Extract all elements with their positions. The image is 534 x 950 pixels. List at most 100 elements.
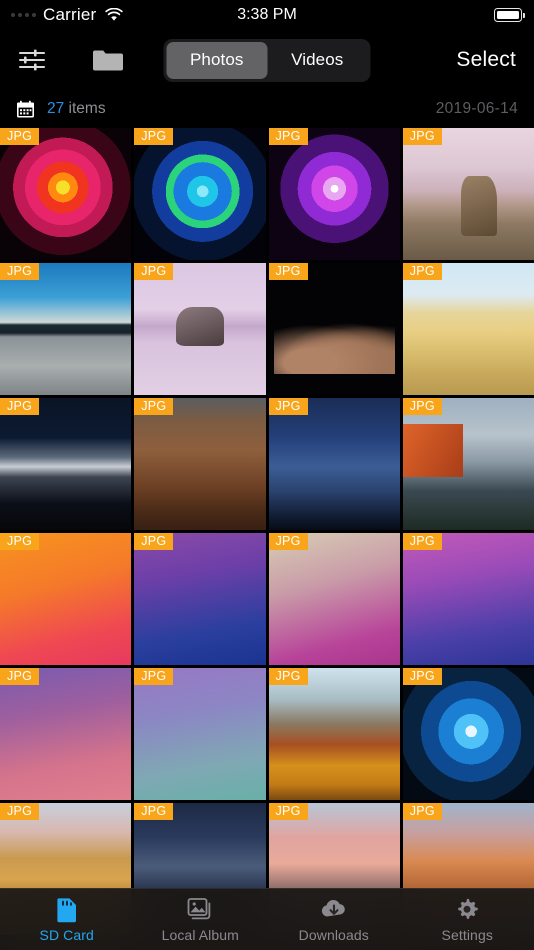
file-type-badge: JPG [402,533,442,550]
photo-thumbnail-image [134,128,266,260]
photo-thumbnail[interactable]: JPG [402,668,534,800]
wifi-icon [105,7,124,22]
item-count-number: 27 [47,100,65,117]
photo-thumbnail-image [0,128,132,260]
photo-gallery-screen: Carrier 3:38 PM Photos Videos Select 27 … [0,0,534,950]
file-type-badge: JPG [134,398,174,415]
segment-videos[interactable]: Videos [267,42,368,79]
tab-downloads[interactable]: Downloads [267,889,401,950]
battery-full-icon [494,8,525,22]
segment-photos[interactable]: Photos [166,41,267,79]
file-type-badge: JPG [134,803,174,820]
select-button[interactable]: Select [456,48,516,72]
nav-left-icons [18,47,124,73]
photo-thumbnail-image [402,398,534,530]
gear-icon [454,897,480,923]
tab-bar: SD Card Local Album Downloads Settings [0,888,534,950]
photo-grid: JPG JPG JPG JPG JPG JPG JPG JPG JPG JPG JPG JPG JPG J… [0,128,534,935]
file-type-badge: JPG [268,803,308,820]
photo-thumbnail-image [0,533,132,665]
file-type-badge: JPG [268,398,308,415]
status-bar-left: Carrier [0,5,124,25]
item-count-suffix: items [64,100,106,117]
photo-thumbnail-image [0,398,132,530]
file-type-badge: JPG [0,533,40,550]
photo-thumbnail[interactable]: JPG [402,263,534,395]
file-type-badge: JPG [402,803,442,820]
photo-thumbnail[interactable]: JPG [268,128,400,260]
photo-thumbnail[interactable]: JPG [134,128,266,260]
file-type-badge: JPG [0,263,40,280]
photo-thumbnail-image [268,263,400,395]
item-count: 27 items [47,100,106,118]
calendar-icon [16,100,35,119]
photo-thumbnail-image [268,533,400,665]
photo-thumbnail[interactable]: JPG [268,533,400,665]
signal-strength-icon [11,13,36,17]
navigation-bar: Photos Videos Select [0,30,534,90]
file-type-badge: JPG [134,533,174,550]
tab-settings[interactable]: Settings [401,889,534,950]
file-type-badge: JPG [134,668,174,685]
file-type-badge: JPG [0,668,40,685]
photos-icon [187,897,213,923]
photo-thumbnail-image [134,668,266,800]
photo-thumbnail[interactable]: JPG [268,668,400,800]
photo-thumbnail-image [268,128,400,260]
photo-thumbnail[interactable]: JPG [134,533,266,665]
photo-thumbnail-image [402,533,534,665]
file-type-badge: JPG [268,263,308,280]
carrier-label: Carrier [43,5,97,24]
file-type-badge: JPG [402,668,442,685]
photo-thumbnail[interactable]: JPG [0,398,132,530]
photo-thumbnail-image [402,128,534,260]
photo-thumbnail-image [0,263,132,395]
tab-label-local-album: Local Album [161,926,239,943]
tab-local-album[interactable]: Local Album [134,889,268,950]
tab-sd-card[interactable]: SD Card [0,889,134,950]
album-info-bar: 27 items 2019-06-14 [0,90,534,128]
file-type-badge: JPG [268,668,308,685]
photo-thumbnail[interactable]: JPG [0,533,132,665]
photo-thumbnail-image [268,398,400,530]
photo-thumbnail[interactable]: JPG [134,398,266,530]
photo-thumbnail[interactable]: JPG [134,263,266,395]
tab-label-sd-card: SD Card [39,926,94,943]
photo-thumbnail[interactable]: JPG [134,668,266,800]
file-type-badge: JPG [134,263,174,280]
photo-thumbnail-image [402,263,534,395]
file-type-badge: JPG [0,128,40,145]
photo-thumbnail-image [402,668,534,800]
photo-thumbnail[interactable]: JPG [268,263,400,395]
photo-thumbnail-image [134,263,266,395]
photo-thumbnail-image [0,668,132,800]
sd-card-icon [55,897,79,923]
file-type-badge: JPG [402,128,442,145]
media-type-segmented-control[interactable]: Photos Videos [163,38,371,82]
photo-thumbnail-image [134,533,266,665]
photo-thumbnail[interactable]: JPG [268,398,400,530]
photo-thumbnail-image [134,398,266,530]
album-date: 2019-06-14 [435,100,518,117]
folder-icon[interactable] [92,48,124,73]
photo-thumbnail[interactable]: JPG [402,128,534,260]
file-type-badge: JPG [402,398,442,415]
photo-thumbnail-image [268,668,400,800]
file-type-badge: JPG [268,533,308,550]
status-bar-right [494,8,534,22]
file-type-badge: JPG [268,128,308,145]
tab-label-downloads: Downloads [298,926,369,943]
photo-thumbnail[interactable]: JPG [402,533,534,665]
file-type-badge: JPG [134,128,174,145]
file-type-badge: JPG [0,398,40,415]
photo-thumbnail[interactable]: JPG [402,398,534,530]
file-type-badge: JPG [402,263,442,280]
photo-thumbnail[interactable]: JPG [0,128,132,260]
photo-thumbnail[interactable]: JPG [0,668,132,800]
status-bar: Carrier 3:38 PM [0,0,534,30]
sliders-filter-icon[interactable] [18,47,48,73]
download-cloud-icon [319,897,349,923]
tab-label-settings: Settings [441,926,493,943]
file-type-badge: JPG [0,803,40,820]
photo-thumbnail[interactable]: JPG [0,263,132,395]
